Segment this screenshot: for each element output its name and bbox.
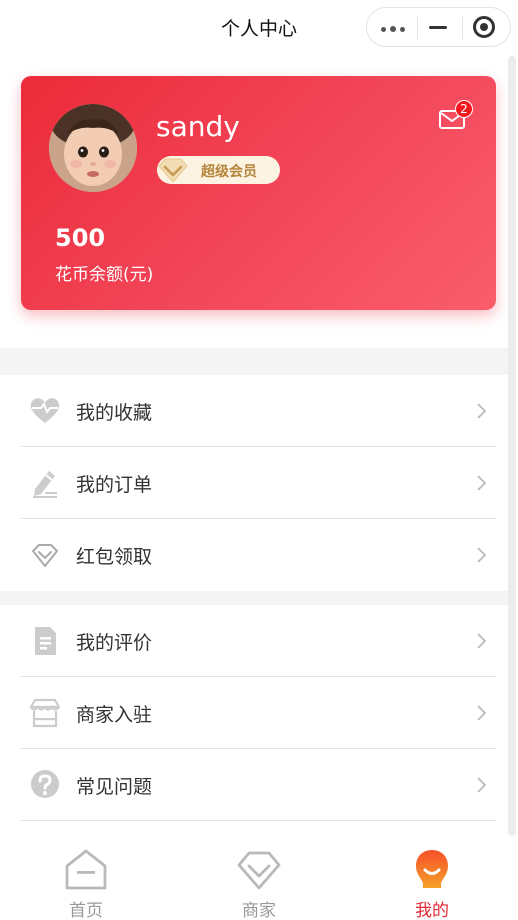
menu-label: 我的订单: [76, 474, 153, 496]
question-icon: [31, 770, 59, 798]
menu-item-merchant-join[interactable]: 商家入驻: [0, 677, 508, 749]
profile-icon: [416, 850, 448, 888]
tab-merchants[interactable]: 商家: [173, 836, 345, 920]
tab-label: 商家: [242, 901, 276, 920]
gift-icon: [32, 544, 58, 567]
unread-badge: 2: [455, 100, 473, 118]
close-icon[interactable]: [473, 16, 495, 38]
avatar[interactable]: [49, 104, 137, 192]
tab-label: 首页: [69, 901, 103, 920]
page: 个人中心 sandy 超级会员 2 500 花币余额(元) 我的收藏 我的订单 …: [0, 0, 518, 920]
capsule-divider: [417, 17, 418, 39]
mini-program-capsule: [366, 7, 511, 47]
tab-mine[interactable]: 我的: [346, 836, 518, 920]
capsule-divider: [462, 17, 463, 39]
heart-icon: [30, 398, 60, 423]
menu-label: 商家入驻: [76, 704, 153, 726]
section-divider: [0, 591, 508, 605]
tab-label: 我的: [415, 901, 449, 920]
vip-badge: 超级会员: [157, 156, 280, 184]
menu-item-orders[interactable]: 我的订单: [0, 447, 508, 519]
minimize-icon[interactable]: [429, 26, 447, 29]
navigation-bar: 个人中心: [0, 0, 518, 56]
diamond-icon: [237, 851, 281, 890]
balance-label: 花币余额(元): [55, 265, 154, 285]
tab-bar: 首页 商家 我的: [0, 836, 518, 920]
balance-value: 500: [55, 224, 106, 252]
username: sandy: [156, 110, 240, 143]
chevron-right-icon: [477, 633, 487, 649]
crown-diamond-icon: [158, 158, 188, 183]
pencil-icon: [33, 471, 57, 498]
divider: [21, 820, 496, 821]
menu-label: 常见问题: [76, 776, 153, 798]
tab-home[interactable]: 首页: [0, 836, 172, 920]
store-icon: [29, 698, 61, 728]
chevron-right-icon: [477, 777, 487, 793]
profile-card: sandy 超级会员 2 500 花币余额(元): [21, 76, 496, 310]
chevron-right-icon: [477, 475, 487, 491]
scrollbar[interactable]: [508, 56, 516, 836]
menu-label: 红包领取: [76, 546, 153, 568]
section-divider: [0, 348, 508, 375]
chevron-right-icon: [477, 705, 487, 721]
menu-item-favorites[interactable]: 我的收藏: [0, 375, 508, 447]
menu-item-red-packet[interactable]: 红包领取: [0, 519, 508, 591]
chevron-right-icon: [477, 547, 487, 563]
chevron-right-icon: [477, 403, 487, 419]
menu-label: 我的收藏: [76, 402, 153, 424]
vip-label: 超级会员: [201, 164, 257, 180]
document-icon: [35, 627, 56, 655]
more-icon[interactable]: [381, 26, 407, 32]
menu-label: 我的评价: [76, 632, 153, 654]
home-icon: [65, 849, 107, 890]
menu-item-faq[interactable]: 常见问题: [0, 749, 508, 821]
menu-item-reviews[interactable]: 我的评价: [0, 605, 508, 677]
